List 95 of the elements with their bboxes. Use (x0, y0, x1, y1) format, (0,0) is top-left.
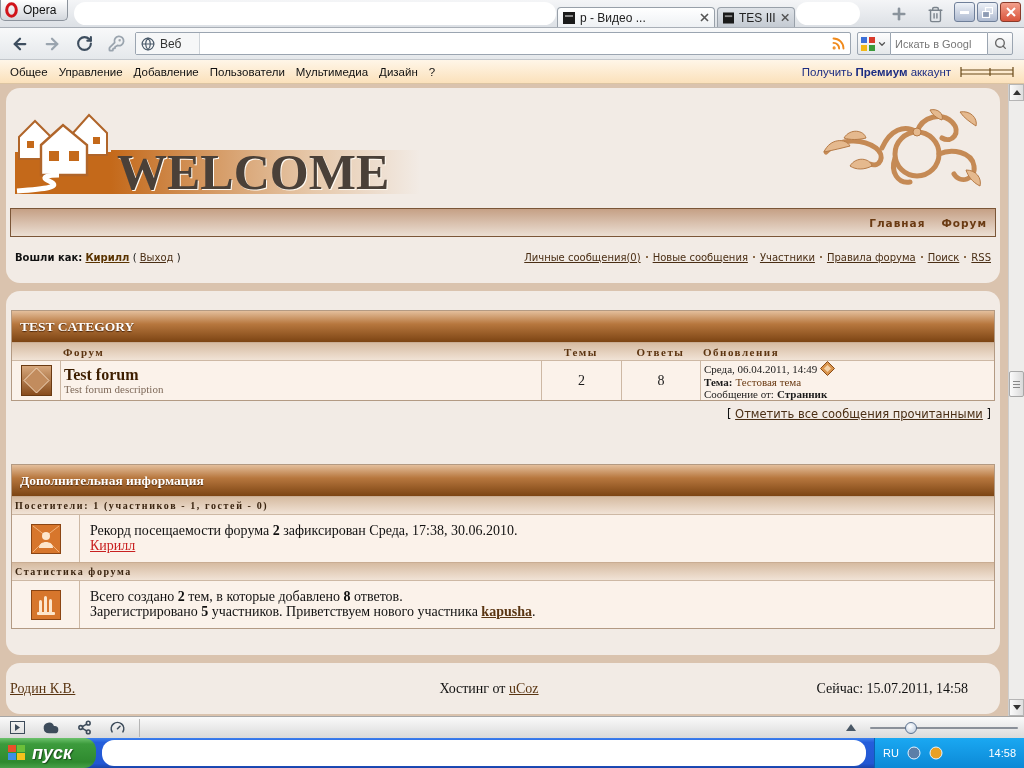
category-title[interactable]: TEST CATEGORY (12, 311, 994, 342)
user-menu-link[interactable]: Участники (759, 251, 815, 263)
search-field[interactable]: Искать в Googl (891, 32, 987, 55)
user-menu-link[interactable]: RSS (971, 251, 991, 263)
info-title: Дополнительная информация (12, 465, 994, 496)
close-icon (1005, 7, 1016, 17)
mark-read-text: [ Отметить все сообщения прочитанными ] (726, 407, 991, 421)
site-info-button[interactable]: Веб (136, 33, 201, 54)
user-link[interactable]: kapusha (481, 603, 532, 619)
menu-item[interactable]: Мультимедиа (295, 65, 369, 78)
premium-link[interactable]: Получить Премиум аккаунт (801, 65, 951, 78)
browser-tab[interactable]: TES III (717, 7, 795, 27)
section-heading: Статистика форума (12, 562, 994, 580)
page-icon (723, 11, 735, 24)
scroll-up-button[interactable] (1009, 84, 1024, 101)
circle-icon[interactable] (906, 746, 921, 760)
redacted-area (796, 2, 860, 25)
user-menu-link[interactable]: Правила форума (826, 251, 916, 263)
topic-label: Тема: (704, 376, 733, 388)
user-menu-link[interactable]: Новые сообщения (652, 251, 748, 263)
info-text: Всего создано 2 тем, в которые добавлено 8 ответов. (90, 589, 404, 604)
bars-icon (30, 589, 61, 620)
reload-icon (75, 35, 93, 52)
nav-link[interactable]: Форум (941, 216, 987, 229)
gauge-icon[interactable] (110, 720, 125, 735)
handle-icon[interactable] (960, 65, 1014, 78)
table-cell: 2 (541, 361, 621, 400)
scroll-thumb[interactable] (1009, 371, 1024, 397)
section-heading: Посетители: 1 (участников - 1, гостей - 0) (12, 496, 994, 514)
current-time: Сейчас: 15.07.2011, 14:58 (816, 680, 968, 697)
table-cell: 8 (621, 361, 700, 400)
panel-icon[interactable] (10, 721, 25, 734)
menu-item[interactable]: Общее (10, 65, 48, 78)
clock: 14:58 (988, 747, 1016, 759)
forum-icon (20, 365, 52, 396)
nodes-icon[interactable] (77, 720, 92, 735)
menu-item[interactable]: ? (428, 65, 436, 78)
circle-icon[interactable] (928, 746, 943, 760)
info-text: Зарегистрировано 5 участников. Приветствуем нового участника kapusha. (90, 603, 537, 620)
restore-icon (982, 6, 993, 18)
person-icon (30, 523, 61, 554)
zoom-slider[interactable] (870, 720, 1018, 735)
minimize-button[interactable] (954, 2, 975, 22)
hosting-text: Хостинг от uCoz (439, 680, 539, 697)
hosting-link[interactable]: uCoz (509, 680, 539, 696)
user-link[interactable]: Кирилл (90, 537, 136, 553)
restore-button[interactable] (977, 2, 998, 22)
search-icon (993, 37, 1007, 50)
topic-link[interactable]: Тестовая тема (735, 376, 802, 388)
up-triangle-icon[interactable] (846, 724, 856, 731)
opera-logo-icon (5, 2, 18, 18)
scroll-down-button[interactable] (1009, 699, 1024, 716)
menu-item[interactable]: Управление (58, 65, 123, 78)
search-engine-icon (861, 36, 875, 51)
close-icon[interactable] (780, 13, 789, 22)
address-field[interactable]: Веб (135, 32, 851, 55)
menu-item[interactable]: Дизайн (379, 65, 418, 78)
column-header: Темы (564, 345, 598, 358)
menu-item[interactable]: Пользователи (209, 65, 285, 78)
slider-thumb[interactable] (905, 721, 918, 734)
column-header: Обновления (703, 345, 780, 358)
close-icon[interactable] (700, 13, 709, 22)
key-icon (107, 35, 125, 52)
up-arrow-icon (1012, 90, 1021, 95)
search-engine-button[interactable] (857, 32, 891, 55)
close-button[interactable] (1000, 2, 1021, 22)
mark-read-link[interactable]: Отметить все сообщения прочитанными (735, 407, 983, 421)
user-menu-link[interactable]: Личные сообщения(0) (524, 251, 641, 263)
menu-item[interactable]: Добавление (133, 65, 199, 78)
start-button[interactable]: пуск (0, 738, 96, 768)
author-label: Сообщение от: (704, 388, 774, 400)
author-name[interactable]: Странник (776, 388, 828, 400)
minimize-icon (960, 10, 969, 14)
nav-link[interactable]: Главная (869, 216, 926, 229)
user-link[interactable]: Кирилл (85, 251, 130, 263)
author-link[interactable]: Родин К.В. (10, 680, 76, 697)
logout-link[interactable]: Выход (139, 251, 174, 263)
trash-icon (926, 5, 944, 23)
diamond-icon[interactable] (820, 361, 836, 376)
column-header: Форум (63, 345, 105, 358)
search-button[interactable] (987, 32, 1013, 55)
column-header: Ответы (636, 345, 685, 358)
last-post-date: Среда, 06.04.2011, 14:49 (704, 362, 818, 375)
user-menu-link[interactable]: Поиск (927, 251, 960, 263)
windows-flag-icon (8, 745, 26, 761)
page-icon (563, 11, 575, 24)
globe-icon (141, 36, 155, 51)
login-status: Вошли как: Кирилл ( Выход ) (15, 251, 181, 263)
forum-description: Test forum description (64, 382, 164, 395)
plus-icon (890, 5, 908, 23)
browser-tab[interactable]: р - Видео ... (557, 7, 715, 27)
info-text: Рекорд посещаемости форума 2 зафиксирован Среда, 17:38, 30.06.2010. (90, 523, 519, 538)
forum-link[interactable]: Test forum (64, 366, 139, 383)
down-arrow-icon (1012, 705, 1021, 710)
opera-menu-button[interactable]: Opera (0, 0, 68, 21)
